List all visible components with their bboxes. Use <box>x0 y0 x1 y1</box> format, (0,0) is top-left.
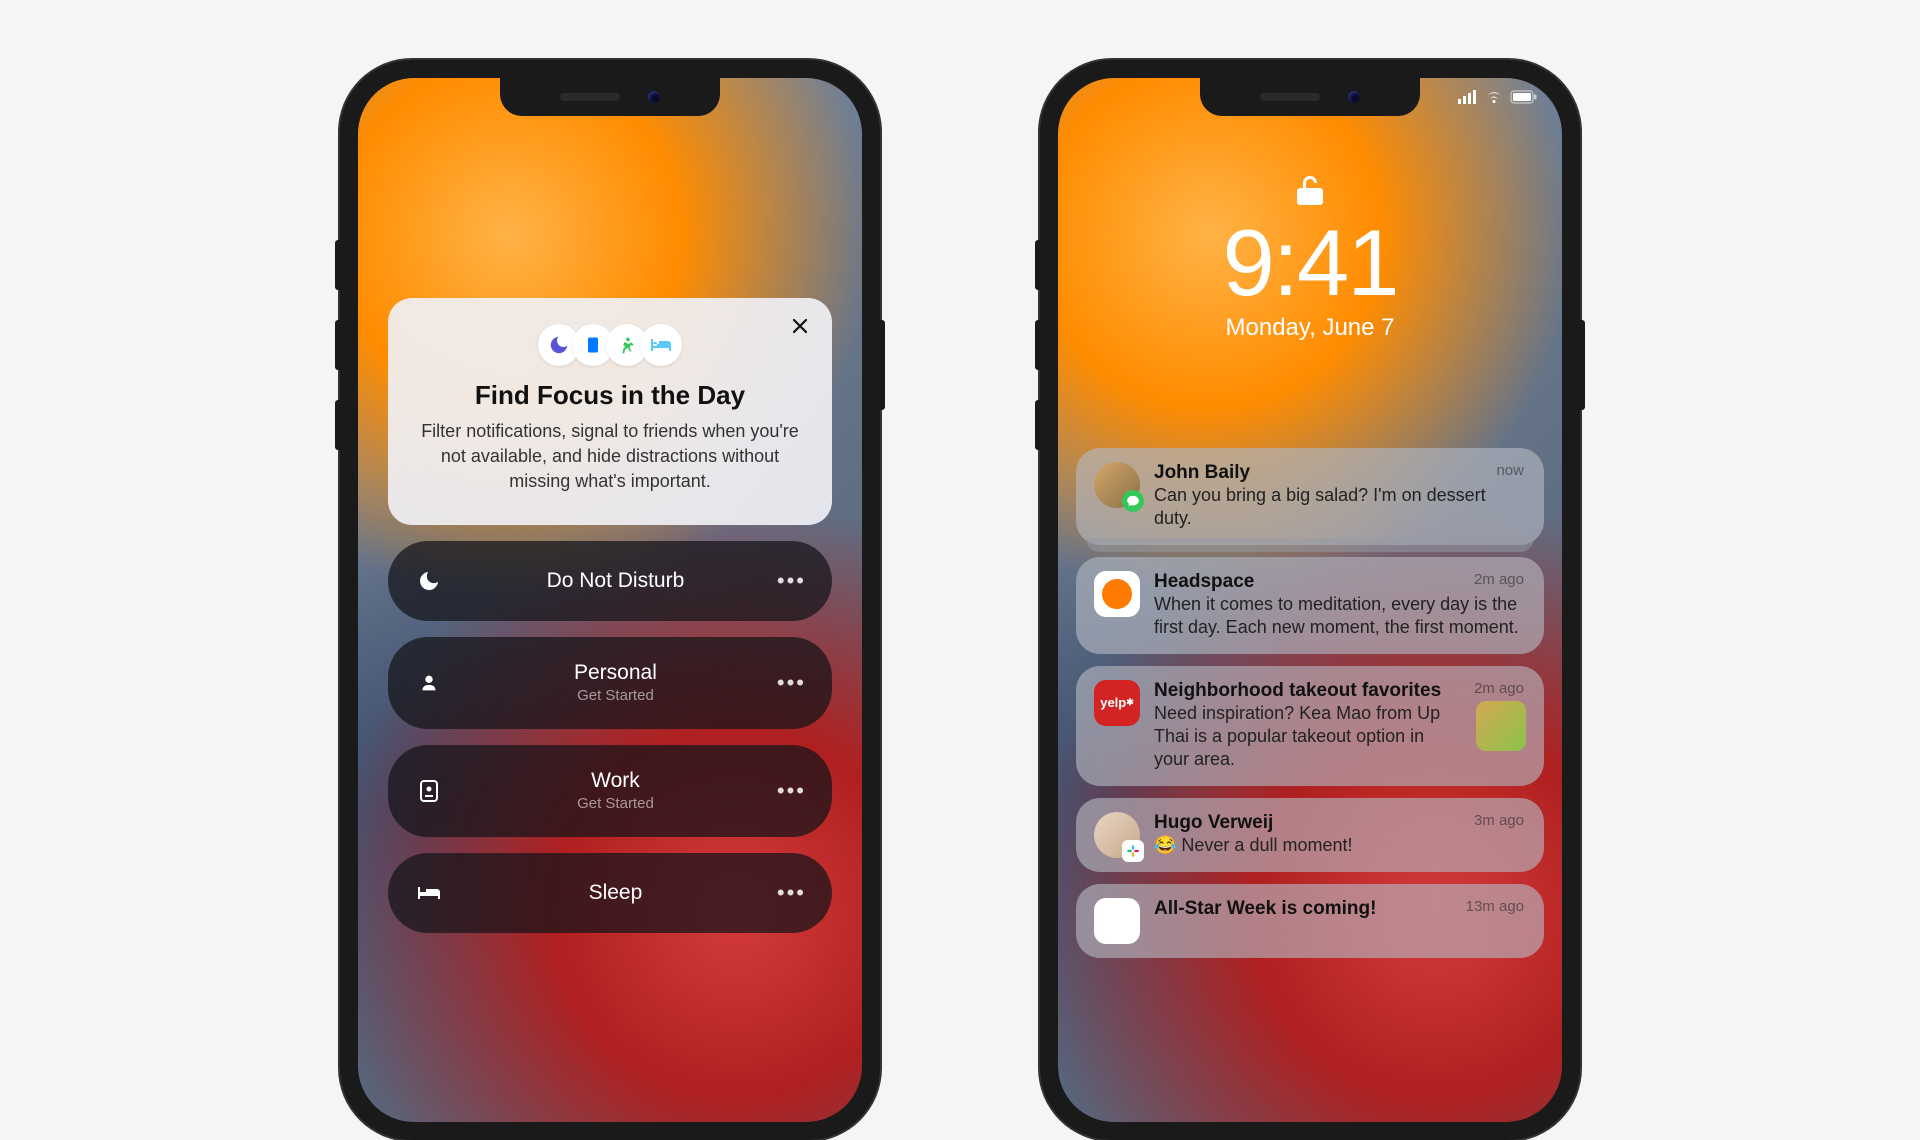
avatar <box>1094 462 1140 508</box>
unlock-icon <box>1058 174 1562 208</box>
focus-item-label: Do Not Disturb <box>454 569 777 593</box>
focus-item-sub: Get Started <box>454 687 777 704</box>
focus-panel: Find Focus in the Day Filter notificatio… <box>388 298 832 933</box>
screen-left: Find Focus in the Day Filter notificatio… <box>358 78 862 1122</box>
notification-item[interactable]: John Baily Can you bring a big salad? I'… <box>1076 448 1544 545</box>
badge-icon <box>414 779 444 803</box>
front-camera <box>648 91 660 103</box>
focus-item-label: Work <box>454 769 777 793</box>
person-icon <box>414 672 444 694</box>
notification-message: When it comes to meditation, every day i… <box>1154 593 1526 640</box>
battery-icon <box>1510 90 1538 104</box>
notification-thumbnail <box>1476 701 1526 751</box>
more-icon[interactable]: ••• <box>777 568 806 594</box>
front-camera <box>1348 91 1360 103</box>
focus-item-sleep[interactable]: Sleep ••• <box>388 853 832 933</box>
moon-icon <box>414 569 444 593</box>
notch <box>1200 78 1420 116</box>
notification-message: Need inspiration? Kea Mao from Up Thai i… <box>1154 702 1462 772</box>
focus-intro-card: Find Focus in the Day Filter notificatio… <box>388 298 832 525</box>
wifi-icon <box>1484 90 1504 104</box>
notch <box>500 78 720 116</box>
focus-item-label: Personal <box>454 661 777 685</box>
status-bar <box>1458 90 1538 104</box>
yelp-app-icon: yelp✱ <box>1094 680 1140 726</box>
focus-item-sub: Get Started <box>454 795 777 812</box>
bed-icon <box>414 883 444 903</box>
notification-message: 😂 Never a dull moment! <box>1154 834 1526 857</box>
close-icon[interactable] <box>788 314 812 338</box>
focus-mode-icons <box>418 324 802 366</box>
notification-sender: Neighborhood takeout favorites <box>1154 680 1462 702</box>
notification-time: 2m ago <box>1474 571 1524 588</box>
slack-app-badge-icon <box>1122 840 1144 862</box>
app-icon <box>1094 898 1140 944</box>
cellular-icon <box>1458 90 1478 104</box>
notification-item[interactable]: All-Star Week is coming! 13m ago <box>1076 884 1544 958</box>
notification-item[interactable]: Hugo Verweij 😂 Never a dull moment! 3m a… <box>1076 798 1544 872</box>
focus-item-label: Sleep <box>454 881 777 905</box>
notification-sender: Headspace <box>1154 571 1526 593</box>
phone-left: Find Focus in the Day Filter notificatio… <box>340 60 880 1140</box>
avatar <box>1094 812 1140 858</box>
focus-item-work[interactable]: Work Get Started ••• <box>388 745 832 837</box>
more-icon[interactable]: ••• <box>777 880 806 906</box>
notification-item[interactable]: yelp✱ Neighborhood takeout favorites Nee… <box>1076 666 1544 786</box>
focus-card-title: Find Focus in the Day <box>418 380 802 411</box>
notification-message: Can you bring a big salad? I'm on desser… <box>1154 484 1526 531</box>
lock-time: 9:41 <box>1058 216 1562 310</box>
more-icon[interactable]: ••• <box>777 778 806 804</box>
notification-time: 13m ago <box>1466 898 1524 915</box>
lock-date: Monday, June 7 <box>1058 314 1562 342</box>
notification-time: 2m ago <box>1474 680 1524 697</box>
focus-card-body: Filter notifications, signal to friends … <box>418 419 802 495</box>
bed-icon <box>640 324 682 366</box>
notification-sender: John Baily <box>1154 462 1526 484</box>
lock-header: 9:41 Monday, June 7 <box>1058 174 1562 342</box>
notification-time: 3m ago <box>1474 812 1524 829</box>
notification-item[interactable]: Headspace When it comes to meditation, e… <box>1076 557 1544 654</box>
focus-item-personal[interactable]: Personal Get Started ••• <box>388 637 832 729</box>
notification-time: now <box>1496 462 1524 479</box>
screen-right: 9:41 Monday, June 7 John Baily Can you b… <box>1058 78 1562 1122</box>
speaker-slot <box>1260 93 1320 101</box>
focus-item-dnd[interactable]: Do Not Disturb ••• <box>388 541 832 621</box>
more-icon[interactable]: ••• <box>777 670 806 696</box>
messages-app-badge-icon <box>1122 490 1144 512</box>
notification-list: John Baily Can you bring a big salad? I'… <box>1076 448 1544 958</box>
phone-right: 9:41 Monday, June 7 John Baily Can you b… <box>1040 60 1580 1140</box>
speaker-slot <box>560 93 620 101</box>
headspace-app-icon <box>1094 571 1140 617</box>
notification-sender: Hugo Verweij <box>1154 812 1526 834</box>
